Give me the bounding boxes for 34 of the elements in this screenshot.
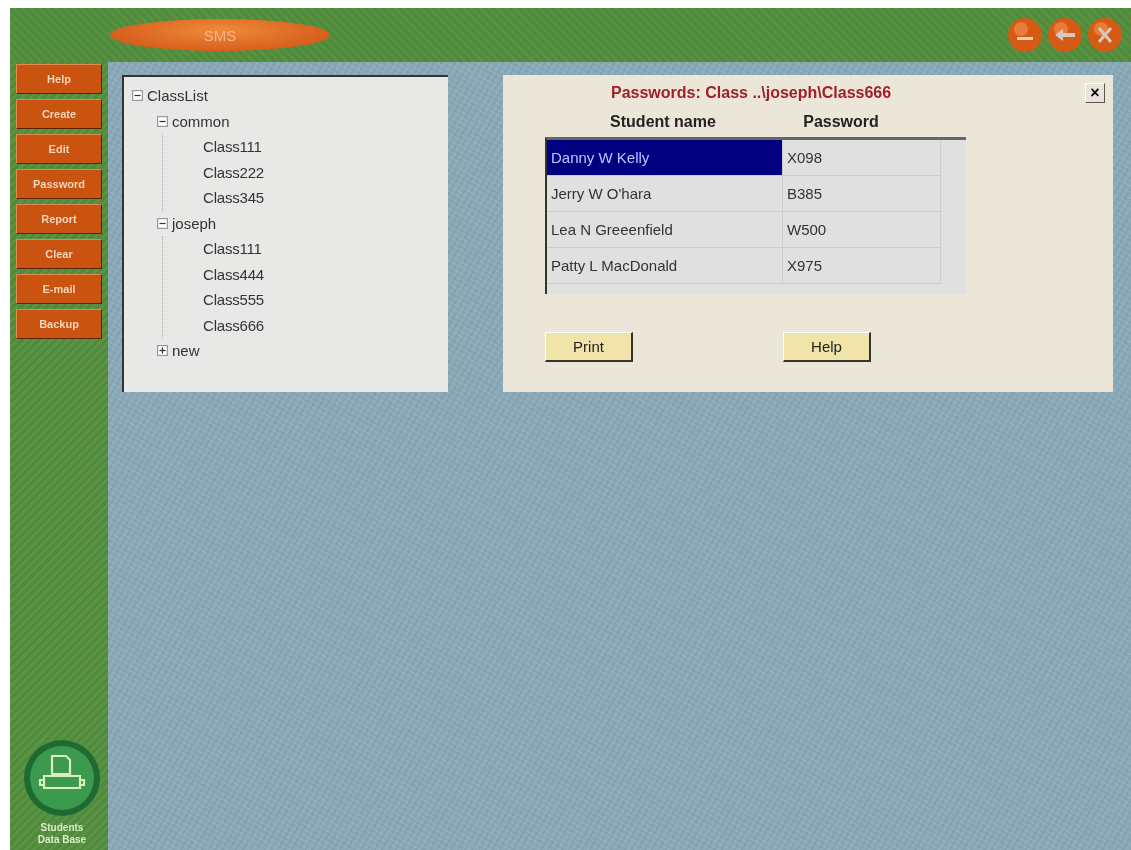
table-cell: W500 [783,212,941,247]
close-button[interactable]: × [1085,83,1105,103]
table-cell[interactable]: Patty L MacDonald [547,248,783,283]
tree-item[interactable]: common [172,112,230,130]
minimize-icon[interactable] [1007,17,1043,53]
expander-icon[interactable] [157,217,168,229]
dialog-button[interactable]: Print [545,332,633,362]
tree-item[interactable]: Class111 [203,138,262,156]
tree-item[interactable]: new [172,342,200,360]
tree-item[interactable]: Class555 [203,291,264,309]
close-icon[interactable] [1087,17,1123,53]
table-cell: X975 [783,248,941,283]
table-cell: X098 [783,140,941,175]
expander-icon[interactable] [132,90,143,102]
tree-item[interactable]: Class222 [203,163,264,181]
window-title: SMS [110,19,330,51]
printer-icon[interactable] [22,738,102,818]
app-caption: Students Data Base [36,822,88,846]
column-header: Password [802,113,880,131]
dialog-title: Passwords: Class ..\joseph\Class666 [611,84,892,102]
table-cell[interactable]: Jerry W O'hara [547,176,783,211]
tree-item[interactable]: Class111 [203,240,262,258]
tree-item[interactable]: Class666 [203,316,264,334]
table-cell: B385 [783,176,941,211]
column-header: Student name [609,113,717,131]
tree-item[interactable]: Class345 [203,189,264,207]
table-cell[interactable]: Lea N Greeenfield [547,212,783,247]
expander-icon[interactable] [157,345,168,357]
tree-item[interactable]: joseph [172,214,217,232]
expander-icon[interactable] [157,115,168,127]
tree-item[interactable]: Class444 [203,265,264,283]
table-cell[interactable]: Danny W Kelly [547,140,783,175]
tree-item[interactable]: ClassList [147,87,208,105]
dialog-button[interactable]: Help [783,332,871,362]
